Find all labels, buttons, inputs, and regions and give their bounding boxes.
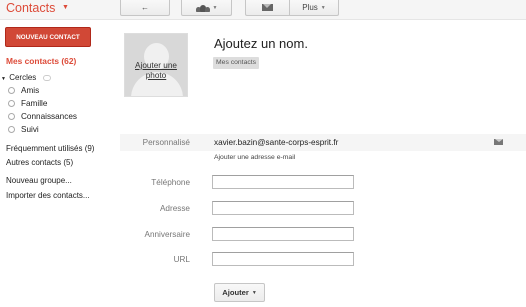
sidebar-circle-item[interactable]: Famille (8, 99, 47, 108)
more-button[interactable]: Plus ▼ (289, 0, 339, 16)
circle-icon (8, 100, 15, 107)
url-label: URL (173, 255, 190, 264)
circle-icon (8, 87, 15, 94)
address-label: Adresse (159, 204, 190, 213)
add-field-button[interactable]: Ajouter ▼ (214, 283, 265, 302)
import-contacts-link[interactable]: Importer des contacts... (6, 191, 90, 200)
phone-label: Téléphone (151, 178, 190, 187)
sidebar-item-circles[interactable]: ▼ Cercles (1, 73, 51, 82)
email-button[interactable] (245, 0, 289, 16)
send-email-icon[interactable] (494, 139, 503, 145)
top-toolbar: Contacts ▼ ← ▼ Plus ▼ (0, 0, 526, 20)
more-button-label: Plus (302, 3, 318, 12)
sidebar-circle-item[interactable]: Amis (8, 86, 39, 95)
circle-icon (8, 113, 15, 120)
circles-icon (42, 74, 51, 81)
app-switcher-caret-icon[interactable]: ▼ (62, 4, 69, 11)
anniversary-input[interactable] (212, 227, 354, 241)
email-type-label[interactable]: Personnalisé (120, 138, 190, 147)
add-photo-link[interactable]: Ajouter une photo (124, 61, 188, 81)
people-icon (195, 4, 210, 12)
email-value[interactable]: xavier.bazin@sante-corps-esprit.fr (214, 138, 338, 147)
anniversary-label: Anniversaire (144, 230, 190, 239)
circle-item-label: Amis (21, 86, 40, 95)
circle-item-label: Suivi (21, 125, 39, 134)
sidebar-item-other-contacts[interactable]: Autres contacts (5) (6, 158, 73, 167)
circle-item-label: Famille (21, 99, 48, 108)
circles-menu-button[interactable]: ▼ (181, 0, 232, 16)
collapse-triangle-icon[interactable]: ▼ (1, 76, 6, 82)
url-input[interactable] (212, 252, 354, 266)
group-chip[interactable]: Mes contacts (213, 57, 260, 69)
add-email-link[interactable]: Ajouter une adresse e-mail (214, 154, 295, 161)
sidebar-item-frequent[interactable]: Fréquemment utilisés (9) (6, 144, 94, 153)
add-field-button-label: Ajouter (222, 288, 249, 297)
back-arrow-icon: ← (141, 3, 149, 12)
sidebar-item-my-contacts[interactable]: Mes contacts (62) (6, 56, 76, 66)
address-input[interactable] (212, 201, 354, 215)
circle-item-label: Connaissances (21, 112, 77, 121)
sidebar-circle-item[interactable]: Suivi (8, 125, 39, 134)
new-contact-button[interactable]: NOUVEAU CONTACT (5, 27, 91, 47)
back-button[interactable]: ← (120, 0, 170, 16)
circle-icon (8, 126, 15, 133)
mail-icon (262, 4, 273, 11)
chevron-down-icon: ▼ (251, 289, 257, 296)
circles-label: Cercles (9, 73, 37, 82)
sidebar-circle-item[interactable]: Connaissances (8, 112, 77, 121)
phone-input[interactable] (212, 175, 354, 189)
contact-name-field[interactable]: Ajoutez un nom. (214, 36, 308, 51)
chevron-down-icon: ▼ (212, 4, 218, 11)
app-title[interactable]: Contacts (6, 1, 55, 15)
new-group-link[interactable]: Nouveau groupe... (6, 176, 72, 185)
chevron-down-icon: ▼ (320, 4, 326, 11)
